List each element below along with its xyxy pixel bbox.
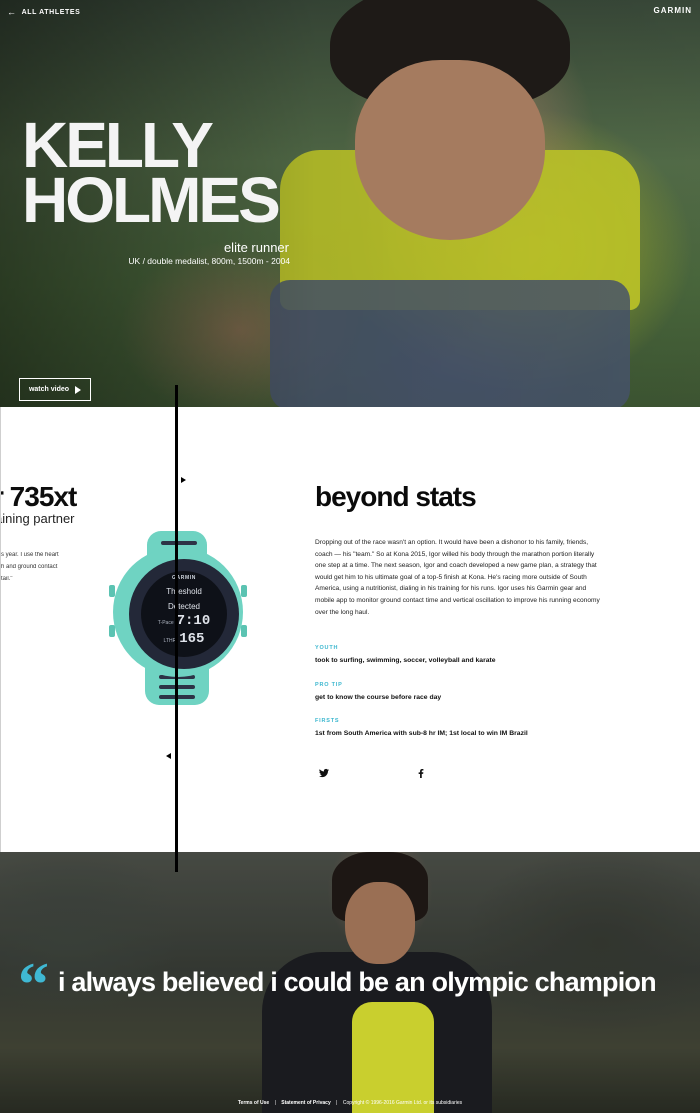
watch-screen: GARMIN Threshold Detected T-Pace 7:10 LT… bbox=[141, 571, 227, 657]
athlete-last-name: HOLMES bbox=[22, 164, 281, 236]
watch-video-button[interactable]: watch video bbox=[19, 378, 91, 401]
back-arrow-icon: ← bbox=[7, 7, 17, 17]
fact-value: took to surfing, swimming, soccer, volle… bbox=[315, 657, 496, 664]
product-quote-line: s year. I use the heart bbox=[1, 552, 59, 558]
watch-side-button bbox=[241, 625, 247, 637]
watch-threshold-line2: Detected bbox=[167, 602, 201, 611]
privacy-link[interactable]: Statement of Privacy bbox=[281, 1100, 330, 1106]
fact-youth: YOUTH took to surfing, swimming, soccer,… bbox=[315, 645, 615, 664]
hero-photo-shorts bbox=[270, 280, 630, 407]
footer-separator: | bbox=[274, 1100, 276, 1106]
watch-video-label: watch video bbox=[28, 386, 70, 393]
quote-photo-face bbox=[345, 882, 415, 964]
play-icon bbox=[75, 385, 82, 394]
quote-photo-tank-top bbox=[352, 1002, 434, 1113]
watch-side-button bbox=[109, 585, 115, 597]
quote-mark-icon: “ bbox=[18, 951, 49, 1019]
slider-next-arrow-icon[interactable] bbox=[181, 477, 186, 483]
product-quote-line: h and ground contact bbox=[1, 564, 58, 570]
story-panel: r 735xt aining partner s year. I use the… bbox=[0, 407, 700, 852]
footer: Terms of Use | Statement of Privacy | Co… bbox=[0, 1100, 700, 1106]
terms-link[interactable]: Terms of Use bbox=[238, 1100, 269, 1106]
watch-side-button bbox=[241, 585, 247, 597]
quote-section: “ i always believed i could be an olympi… bbox=[0, 852, 700, 1113]
story-title: beyond stats bbox=[315, 481, 477, 512]
footer-separator: | bbox=[336, 1100, 338, 1106]
athlete-hero: ← ALL ATHLETES GARMIN KELLY HOLMES elite… bbox=[0, 0, 700, 407]
watch-pace-value: 7:10 bbox=[176, 613, 211, 629]
athlete-name: KELLY HOLMES bbox=[22, 113, 281, 232]
fact-label: FIRSTS bbox=[315, 718, 340, 724]
all-athletes-label: ALL ATHLETES bbox=[21, 9, 81, 16]
product-subtitle: aining partner bbox=[0, 511, 75, 526]
slider-prev-arrow-icon[interactable] bbox=[166, 753, 171, 759]
twitter-share-icon[interactable] bbox=[318, 767, 330, 779]
product-title: r 735xt bbox=[0, 481, 77, 512]
fact-label: YOUTH bbox=[315, 645, 339, 651]
forerunner-watch-image: GARMIN Threshold Detected T-Pace 7:10 LT… bbox=[105, 525, 251, 705]
watch-pace-label: T-Pace bbox=[157, 620, 174, 626]
watch-threshold-line1: Threshold bbox=[166, 587, 202, 596]
story-body: Dropping out of the race wasn't an optio… bbox=[315, 539, 600, 616]
fact-value: 1st from South America with sub-8 hr IM;… bbox=[315, 730, 528, 737]
all-athletes-link[interactable]: ← ALL ATHLETES bbox=[7, 8, 80, 17]
fact-value: get to know the course before race day bbox=[315, 694, 442, 701]
athlete-quote: i always believed i could be an olympic … bbox=[58, 967, 657, 997]
facebook-share-icon[interactable] bbox=[415, 767, 427, 779]
copyright-text: Copyright © 1996-2016 Garmin Ltd. or its… bbox=[342, 1100, 463, 1106]
fact-firsts: FIRSTS 1st from South America with sub-8… bbox=[315, 718, 615, 737]
product-quote-line: tail." bbox=[1, 576, 13, 582]
fact-pro-tip: PRO TIP get to know the course before ra… bbox=[315, 682, 615, 701]
hero-photo-face bbox=[355, 60, 545, 240]
watch-hr-value: 165 bbox=[179, 631, 205, 647]
watch-brand: GARMIN bbox=[172, 575, 196, 581]
garmin-logo[interactable]: GARMIN bbox=[654, 6, 692, 15]
athlete-role: elite runner bbox=[223, 240, 289, 255]
slider-divider[interactable] bbox=[175, 385, 178, 872]
fact-label: PRO TIP bbox=[315, 682, 343, 688]
watch-side-button bbox=[109, 625, 115, 637]
athlete-credentials: UK / double medalist, 800m, 1500m - 2004 bbox=[128, 256, 290, 266]
